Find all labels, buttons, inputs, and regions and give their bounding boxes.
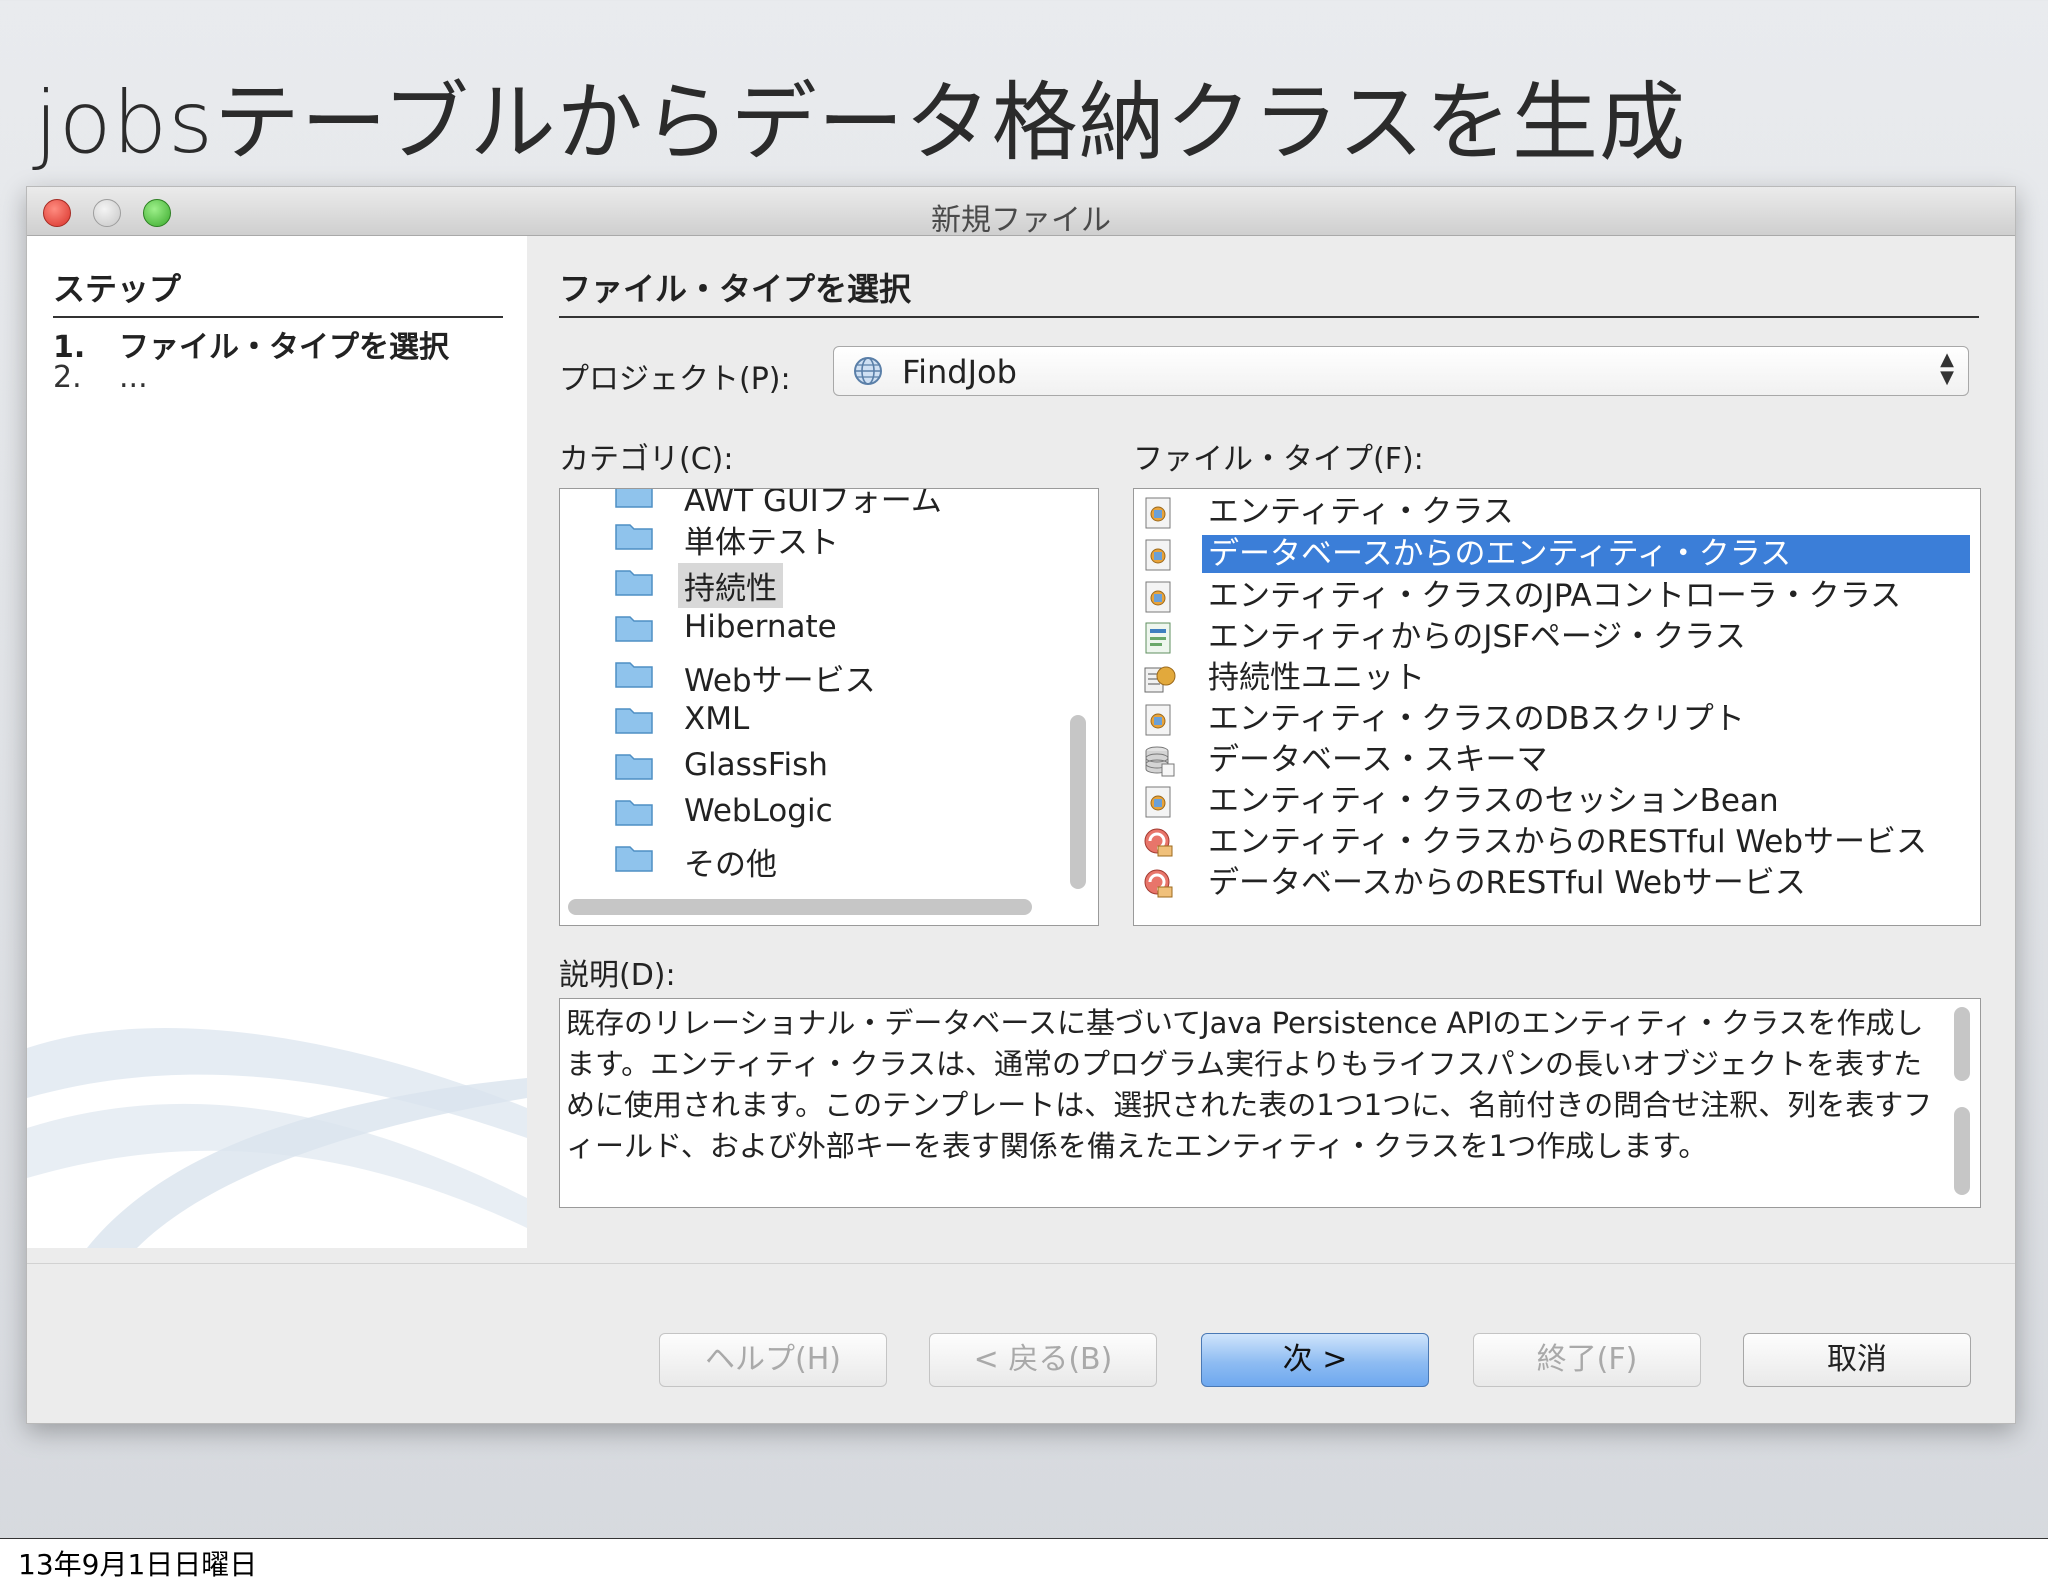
step-label: ファイル・タイプを選択 <box>119 330 449 365</box>
category-vertical-scrollbar[interactable] <box>1070 715 1086 889</box>
footer-divider <box>27 1263 2015 1264</box>
entity-class-icon <box>1145 786 1171 818</box>
steps-heading: ステップ <box>53 264 503 318</box>
description-scrollbar-lower[interactable] <box>1954 1107 1970 1195</box>
folder-icon <box>615 524 653 550</box>
category-label-text: Webサービス <box>684 663 876 699</box>
filetype-item[interactable]: エンティティ・クラスのJPAコントローラ・クラス <box>1142 577 1970 615</box>
slide-footer: 13年9月1日日曜日 <box>0 1538 2048 1588</box>
decorative-swoosh <box>27 1028 527 1248</box>
filetype-item[interactable]: データベースからのRESTful Webサービス <box>1142 864 1970 902</box>
jsf-page-icon <box>1145 622 1171 654</box>
main-heading: ファイル・タイプを選択 <box>559 264 1979 318</box>
entity-class-icon <box>1145 581 1171 613</box>
category-list[interactable]: AWT GUIフォーム 単体テスト 持続性 Hibernate Webサービス … <box>559 488 1099 926</box>
filetype-label: ファイル・タイプ(F): <box>1133 442 1424 477</box>
new-file-dialog: 新規ファイル ステップ 1. ファイル・タイプを選択 2.... ファイル・タイプ… <box>26 186 2016 1424</box>
entity-class-icon <box>1145 539 1171 571</box>
filetype-item[interactable]: 持続性ユニット <box>1142 659 1970 697</box>
filetype-item[interactable]: エンティティ・クラスのセッションBean <box>1142 782 1970 820</box>
filetype-item[interactable]: エンティティ・クラス <box>1142 493 1970 531</box>
main-panel: ファイル・タイプを選択 プロジェクト(P): FindJob ▲ ▼ カテゴリ(C… <box>527 236 2015 1248</box>
folder-icon <box>615 489 653 508</box>
project-label: プロジェクト(P): <box>559 362 791 397</box>
category-horizontal-scrollbar[interactable] <box>568 899 1032 915</box>
category-label-text: Hibernate <box>684 609 837 645</box>
filetype-label-text: エンティティ・クラスのDBスクリプト <box>1208 701 1745 737</box>
filetype-label-text: エンティティ・クラスのセッションBean <box>1208 783 1779 819</box>
next-button[interactable]: 次 > <box>1201 1333 1429 1387</box>
database-schema-icon <box>1145 746 1175 777</box>
description-label: 説明(D): <box>559 958 676 993</box>
folder-icon <box>615 708 653 734</box>
window-title: 新規ファイル <box>931 203 1111 238</box>
description-box[interactable]: 既存のリレーショナル・データベースに基づいてJava Persistence A… <box>559 998 1981 1208</box>
steps-panel: ステップ 1. ファイル・タイプを選択 2.... <box>27 236 527 1248</box>
step-item-2: 2.... <box>53 360 148 395</box>
category-label-text: XML <box>684 701 750 737</box>
filetype-item[interactable]: エンティティ・クラスからのRESTful Webサービス <box>1142 823 1970 861</box>
cancel-button[interactable]: 取消 <box>1743 1333 1971 1387</box>
select-arrows-icon: ▲ ▼ <box>1940 349 1954 388</box>
back-button[interactable]: < 戻る(B) <box>929 1333 1157 1387</box>
folder-icon <box>615 570 653 596</box>
entity-class-icon <box>1145 704 1171 736</box>
filetype-label-text: エンティティ・クラス <box>1208 494 1514 530</box>
help-button[interactable]: ヘルプ(H) <box>659 1333 887 1387</box>
project-select[interactable]: FindJob ▲ ▼ <box>833 346 1969 396</box>
step-number: 2. <box>53 360 82 395</box>
restful-service-icon <box>1144 869 1173 898</box>
filetype-label-text: エンティティ・クラスのJPAコントローラ・クラス <box>1208 578 1902 614</box>
filetype-label-text: データベース・スキーマ <box>1208 742 1548 778</box>
category-label-text: 単体テスト <box>684 525 839 561</box>
description-scrollbar[interactable] <box>1954 1007 1970 1081</box>
filetype-item[interactable]: エンティティからのJSFページ・クラス <box>1142 618 1970 656</box>
slide-date: 13年9月1日日曜日 <box>18 1548 258 1581</box>
filetype-label-text: エンティティ・クラスからのRESTful Webサービス <box>1208 824 1928 860</box>
folder-icon <box>615 846 653 872</box>
category-label-text: その他 <box>684 847 777 883</box>
folder-icon <box>615 662 653 688</box>
filetype-item-selected[interactable]: データベースからのエンティティ・クラス <box>1142 535 1970 573</box>
entity-class-icon <box>1145 497 1171 529</box>
folder-icon <box>615 800 653 826</box>
folder-icon <box>615 616 653 642</box>
description-text: 既存のリレーショナル・データベースに基づいてJava Persistence A… <box>566 1006 1933 1163</box>
slide-title: jobsテーブルからデータ格納クラスを生成 <box>34 73 1687 173</box>
filetype-list[interactable]: エンティティ・クラス データベースからのエンティティ・クラス エンティティ・クラ… <box>1133 488 1981 926</box>
filetype-label-text: エンティティからのJSFページ・クラス <box>1208 619 1746 655</box>
category-label-text: GlassFish <box>684 747 828 783</box>
category-label-text: WebLogic <box>684 793 833 829</box>
restful-service-icon <box>1144 828 1173 857</box>
filetype-label-text: データベースからのエンティティ・クラス <box>1202 535 1970 573</box>
step-label: ... <box>119 360 148 395</box>
globe-icon <box>854 357 882 385</box>
category-label-text: 持続性 <box>678 563 783 608</box>
persistence-unit-icon <box>1144 666 1176 693</box>
title-bar[interactable]: 新規ファイル <box>27 187 2015 238</box>
filetype-label-text: 持続性ユニット <box>1208 660 1425 696</box>
filetype-item[interactable]: エンティティ・クラスのDBスクリプト <box>1142 700 1970 738</box>
finish-button[interactable]: 終了(F) <box>1473 1333 1701 1387</box>
category-label: カテゴリ(C): <box>559 442 734 477</box>
project-value: FindJob <box>902 353 1017 391</box>
filetype-item[interactable]: データベース・スキーマ <box>1142 741 1970 779</box>
folder-icon <box>615 754 653 780</box>
filetype-label-text: データベースからのRESTful Webサービス <box>1208 865 1806 901</box>
category-label-text: AWT GUIフォーム <box>684 488 942 519</box>
